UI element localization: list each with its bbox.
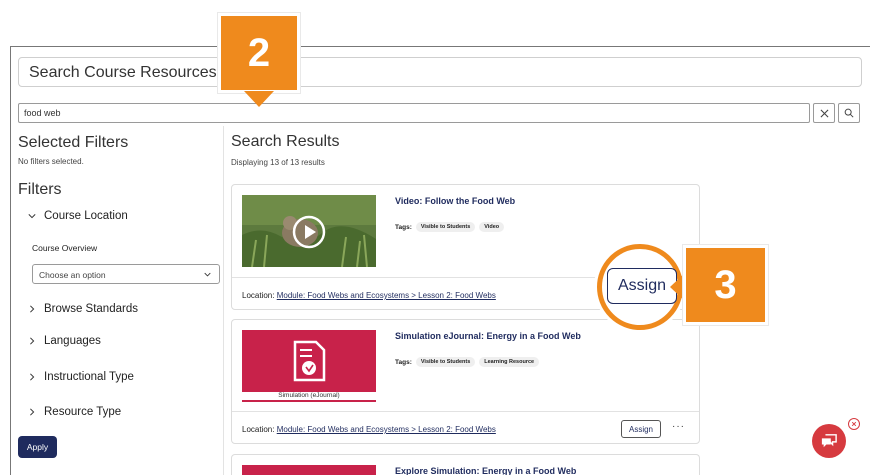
results-count: Displaying 13 of 13 results xyxy=(231,158,325,167)
chat-button[interactable] xyxy=(812,424,846,458)
location-link[interactable]: Module: Food Webs and Ecosystems > Lesso… xyxy=(277,425,496,434)
step-3-callout: 3 xyxy=(683,245,768,325)
result-title[interactable]: Video: Follow the Food Web xyxy=(395,196,515,206)
thumb-caption: Simulation (eJournal) xyxy=(278,392,340,399)
assign-button[interactable]: Assign xyxy=(607,268,677,304)
chevron-right-icon xyxy=(30,408,35,416)
search-bar xyxy=(18,103,863,123)
result-card: Explore Simulation: Energy in a Food Web xyxy=(231,454,700,475)
step-number: 2 xyxy=(247,30,271,75)
result-location: Location: Module: Food Webs and Ecosyste… xyxy=(242,425,496,434)
close-icon xyxy=(820,109,828,117)
result-location: Location: Module: Food Webs and Ecosyste… xyxy=(242,291,496,300)
apply-button[interactable]: Apply xyxy=(18,436,57,458)
location-prefix: Location: xyxy=(242,425,275,434)
tag-badge: Video xyxy=(479,222,505,232)
simulation-thumbnail[interactable]: Simulation (eJournal) xyxy=(242,330,376,402)
course-overview-select[interactable]: Choose an option xyxy=(32,264,220,284)
chat-icon xyxy=(821,434,837,448)
result-tags: Tags: Visible to Students Learning Resou… xyxy=(395,357,540,367)
selected-filters-heading: Selected Filters xyxy=(18,134,129,151)
select-placeholder: Choose an option xyxy=(39,270,106,280)
column-divider xyxy=(223,126,224,475)
chevron-down-icon xyxy=(204,272,211,277)
result-footer: Location: Module: Food Webs and Ecosyste… xyxy=(232,411,699,444)
accordion-label: Browse Standards xyxy=(44,303,138,315)
result-title[interactable]: Explore Simulation: Energy in a Food Web xyxy=(395,466,576,475)
tag-badge: Visible to Students xyxy=(415,222,476,232)
search-icon xyxy=(844,108,854,118)
search-input[interactable] xyxy=(18,103,810,123)
accordion-browse-standards[interactable]: Browse Standards xyxy=(28,303,138,315)
chat-close-button[interactable] xyxy=(848,418,860,430)
accordion-label: Course Location xyxy=(44,210,128,222)
search-results-heading: Search Results xyxy=(231,133,340,150)
chevron-right-icon xyxy=(30,337,35,345)
accordion-resource-type[interactable]: Resource Type xyxy=(28,406,121,418)
course-overview-label: Course Overview xyxy=(32,243,98,253)
tag-badge: Visible to Students xyxy=(415,357,476,367)
accordion-instructional-type[interactable]: Instructional Type xyxy=(28,371,134,383)
step-number: 3 xyxy=(714,262,737,307)
result-card: Simulation (eJournal) Simulation eJourna… xyxy=(231,319,700,444)
simulation-thumbnail[interactable] xyxy=(242,465,376,475)
assign-button[interactable]: Assign xyxy=(621,420,661,438)
close-icon xyxy=(851,421,857,427)
accordion-label: Languages xyxy=(44,335,101,347)
location-prefix: Location: xyxy=(242,291,275,300)
chevron-down-icon xyxy=(28,214,36,219)
chevron-right-icon xyxy=(30,373,35,381)
more-options-button[interactable]: ··· xyxy=(672,421,685,432)
tags-label: Tags: xyxy=(395,223,412,231)
page-title: Search Course Resources xyxy=(29,64,217,81)
accordion-course-location[interactable]: Course Location xyxy=(28,210,128,222)
video-thumbnail-image xyxy=(242,195,376,267)
callout-pointer xyxy=(244,91,274,107)
result-title[interactable]: Simulation eJournal: Energy in a Food We… xyxy=(395,331,581,341)
accordion-label: Resource Type xyxy=(44,406,122,418)
location-link[interactable]: Module: Food Webs and Ecosystems > Lesso… xyxy=(277,291,496,300)
chevron-right-icon xyxy=(30,305,35,313)
no-filters-text: No filters selected. xyxy=(18,157,84,166)
filters-heading: Filters xyxy=(18,181,62,198)
accordion-languages[interactable]: Languages xyxy=(28,335,101,347)
tags-label: Tags: xyxy=(395,358,412,366)
clear-search-button[interactable] xyxy=(813,103,835,123)
accordion-label: Instructional Type xyxy=(44,371,134,383)
video-thumbnail[interactable] xyxy=(242,195,376,267)
page-title-box: Search Course Resources xyxy=(18,57,862,87)
search-button[interactable] xyxy=(838,103,860,123)
tag-badge: Learning Resource xyxy=(479,357,540,367)
result-tags: Tags: Visible to Students Video xyxy=(395,222,505,232)
step-2-callout: 2 xyxy=(218,13,300,93)
